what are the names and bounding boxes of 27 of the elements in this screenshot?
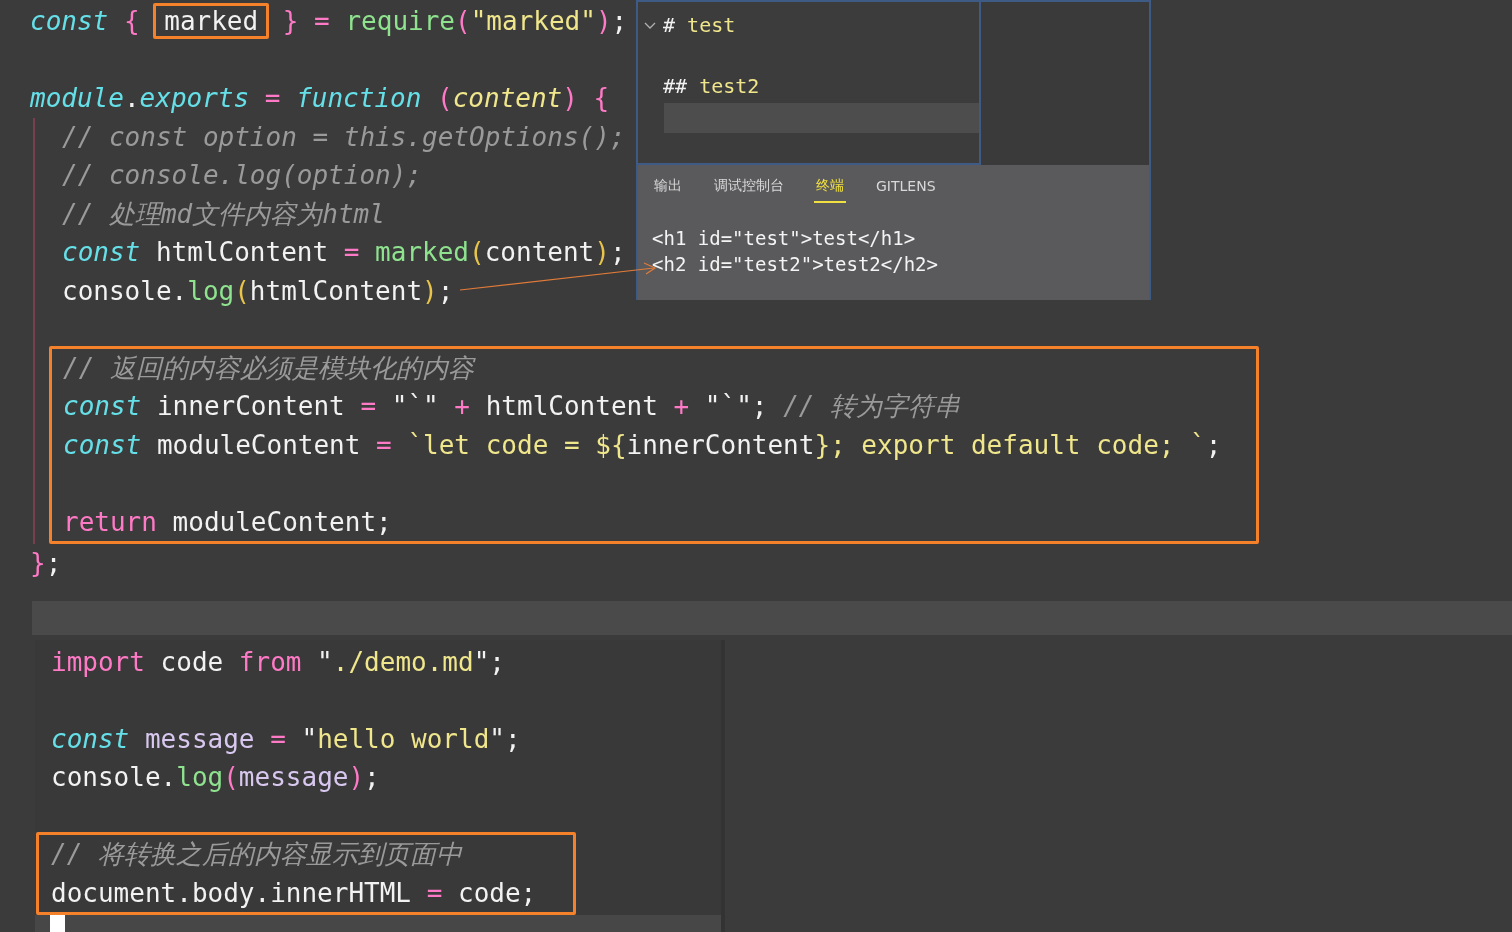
code-line: console.log(message); xyxy=(51,762,380,792)
panel-tab[interactable]: 输出 xyxy=(652,173,684,203)
markdown-line: # test xyxy=(663,12,736,39)
code-line: return moduleContent; xyxy=(63,506,392,537)
code-line: import code from "./demo.md"; xyxy=(51,646,505,677)
code-line: const message = "hello world"; xyxy=(51,723,521,754)
terminal-line: <h2 id="test2">test2</h2> xyxy=(652,252,939,277)
code-line: // 将转换之后的内容显示到页面中 xyxy=(51,839,462,869)
highlighted-word: marked xyxy=(153,3,270,39)
markdown-line: ## test2 xyxy=(663,73,760,100)
code-line: const innerContent = "`" + htmlContent + "`"; // 转为字符串 xyxy=(63,391,961,421)
code-line: console.log(htmlContent); xyxy=(62,275,454,306)
code-line: }; xyxy=(30,548,62,578)
panel-tab[interactable]: 调试控制台 xyxy=(712,173,786,203)
code-line: module.exports = function (content) { xyxy=(30,83,610,113)
code-line: // const option = this.getOptions(); xyxy=(62,121,626,152)
code-text: const { xyxy=(30,6,141,36)
code-line: // 返回的内容必须是模块化的内容 xyxy=(63,352,474,383)
terminal-line: <h1 id="test">test</h1> xyxy=(652,226,917,251)
panel-tab[interactable]: 终端 xyxy=(814,173,846,203)
code-line: // console.log(option); xyxy=(62,160,423,190)
code-line: document.body.innerHTML = code; xyxy=(51,877,537,908)
code-text: } = require("marked"); xyxy=(281,6,628,36)
code-line: const htmlContent = marked(content); xyxy=(62,237,626,267)
panel-tab[interactable]: GITLENS xyxy=(874,173,938,203)
code-line: const moduleContent = `let code = ${innerContent}; export default code; `; xyxy=(63,429,1222,460)
code-line: // 处理md文件内容为html xyxy=(62,198,385,229)
